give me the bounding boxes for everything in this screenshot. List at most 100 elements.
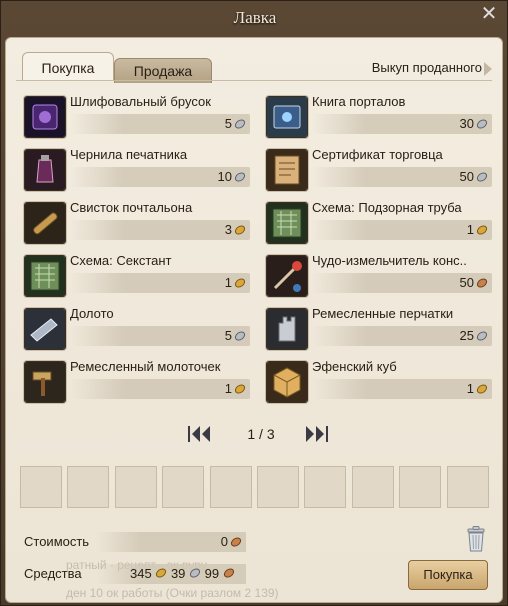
item-price-bar: 5 — [70, 326, 250, 346]
item-name: Эфенский куб — [312, 359, 397, 374]
trash-can-icon[interactable] — [464, 526, 488, 552]
buy-button[interactable]: Покупка — [408, 560, 488, 590]
shop-item[interactable]: Сертификат торговца 50 — [266, 147, 496, 193]
page-indicator: 1 / 3 — [247, 426, 275, 442]
cart-slot[interactable] — [399, 466, 442, 508]
cost-value-bar: 0 — [96, 532, 246, 552]
item-price-bar: 1 — [70, 273, 250, 293]
item-price-bar: 5 — [70, 114, 250, 134]
item-price-bar: 10 — [70, 167, 250, 187]
silver-coin-icon — [234, 119, 246, 129]
item-price: 3 — [224, 222, 232, 237]
next-page-button[interactable] — [302, 424, 330, 444]
cost-label: Стоимость — [24, 534, 90, 549]
item-price: 5 — [224, 116, 232, 131]
item-price: 1 — [466, 381, 474, 396]
buyback-label: Выкуп проданного — [371, 60, 482, 75]
whetstone-icon[interactable] — [24, 96, 66, 138]
shop-item[interactable]: Схема: Секстант 1 — [24, 253, 254, 299]
item-price-bar: 1 — [312, 220, 492, 240]
cart-slot[interactable] — [114, 466, 157, 508]
item-price-bar: 25 — [312, 326, 492, 346]
shop-item[interactable]: Книга порталов 30 — [266, 94, 496, 140]
cart-slot[interactable] — [162, 466, 205, 508]
cost-value: 0 — [220, 534, 228, 549]
gold-coin-icon — [234, 384, 246, 394]
item-price: 5 — [224, 328, 232, 343]
shop-item[interactable]: Ремесленный молоточек 1 — [24, 359, 254, 405]
title-bar: Лавка — [1, 1, 508, 37]
item-price: 1 — [224, 381, 232, 396]
copper-coin-icon — [223, 568, 234, 578]
cart-slot[interactable] — [304, 466, 347, 508]
item-price-bar: 50 — [312, 167, 492, 187]
double-left-arrow-icon — [188, 426, 210, 442]
shop-item[interactable]: Свисток почтальона 3 — [24, 200, 254, 246]
cart-slot[interactable] — [67, 466, 110, 508]
shop-panel: Покупка Продажа Выкуп проданного Шлифова… — [5, 37, 503, 603]
item-name: Ремесленный молоточек — [70, 359, 221, 374]
cart-slot[interactable] — [20, 466, 62, 508]
item-price-bar: 1 — [70, 379, 250, 399]
tab-divider — [16, 80, 492, 81]
certificate-icon[interactable] — [266, 149, 308, 191]
copper-coin-icon — [476, 278, 488, 288]
shop-item[interactable]: Эфенский куб 1 — [266, 359, 496, 405]
grinder-icon[interactable] — [266, 255, 308, 297]
schematic-icon[interactable] — [266, 202, 308, 244]
copper-coin-icon — [230, 537, 242, 547]
item-price-bar: 3 — [70, 220, 250, 240]
shop-item[interactable]: Чудо-измельчитель конс.. 50 — [266, 253, 496, 299]
item-name: Чудо-измельчитель конс.. — [312, 253, 467, 268]
cart-slot[interactable] — [257, 466, 299, 508]
shop-item[interactable]: Ремесленные перчатки 25 — [266, 306, 496, 352]
arrow-right-icon — [484, 61, 492, 76]
silver-coin-icon — [476, 331, 488, 341]
item-name: Сертификат торговца — [312, 147, 443, 162]
item-name: Схема: Секстант — [70, 253, 172, 268]
funds-silver: 39 — [170, 566, 186, 581]
whistle-icon[interactable] — [24, 202, 66, 244]
cart-slot[interactable] — [209, 466, 252, 508]
cube-icon[interactable] — [266, 361, 308, 403]
close-icon[interactable]: ✕ — [479, 4, 499, 24]
schematic-icon[interactable] — [24, 255, 66, 297]
item-price: 1 — [224, 275, 232, 290]
shop-item[interactable]: Шлифовальный брусок 5 — [24, 94, 254, 140]
hammer-icon[interactable] — [24, 361, 66, 403]
silver-coin-icon — [476, 119, 488, 129]
cart-slot[interactable] — [446, 466, 489, 508]
funds-values: 345 39 99 — [130, 566, 235, 581]
shop-item[interactable]: Долото 5 — [24, 306, 254, 352]
gloves-icon[interactable] — [266, 308, 308, 350]
item-name: Схема: Подзорная труба — [312, 200, 462, 215]
item-name: Шлифовальный брусок — [70, 94, 211, 109]
item-price: 1 — [466, 222, 474, 237]
item-price-bar: 50 — [312, 273, 492, 293]
background-ghost-text-2: ден 10 ок работы (Очки разлом 2 139) — [66, 586, 279, 600]
item-price-bar: 1 — [312, 379, 492, 399]
funds-copper: 99 — [204, 566, 220, 581]
silver-coin-icon — [476, 172, 488, 182]
cart-slot[interactable] — [351, 466, 394, 508]
ink-icon[interactable] — [24, 149, 66, 191]
portal-book-icon[interactable] — [266, 96, 308, 138]
chisel-icon[interactable] — [24, 308, 66, 350]
first-page-button[interactable] — [186, 424, 214, 444]
shop-item[interactable]: Чернила печатника 10 — [24, 147, 254, 193]
item-price: 50 — [459, 169, 474, 184]
buyback-link[interactable]: Выкуп проданного — [372, 60, 492, 76]
tab-buy[interactable]: Покупка — [22, 52, 114, 81]
silver-coin-icon — [234, 172, 246, 182]
item-price: 30 — [459, 116, 474, 131]
funds-label: Средства — [24, 566, 82, 581]
item-price: 25 — [459, 328, 474, 343]
shop-window: Лавка ✕ Покупка Продажа Выкуп проданного… — [0, 0, 508, 606]
gold-coin-icon — [234, 278, 246, 288]
item-price-bar: 30 — [312, 114, 492, 134]
shop-item[interactable]: Схема: Подзорная труба 1 — [266, 200, 496, 246]
silver-coin-icon — [189, 568, 201, 578]
gold-coin-icon — [234, 225, 246, 235]
silver-coin-icon — [234, 331, 246, 341]
pagination: 1 / 3 — [186, 424, 336, 444]
